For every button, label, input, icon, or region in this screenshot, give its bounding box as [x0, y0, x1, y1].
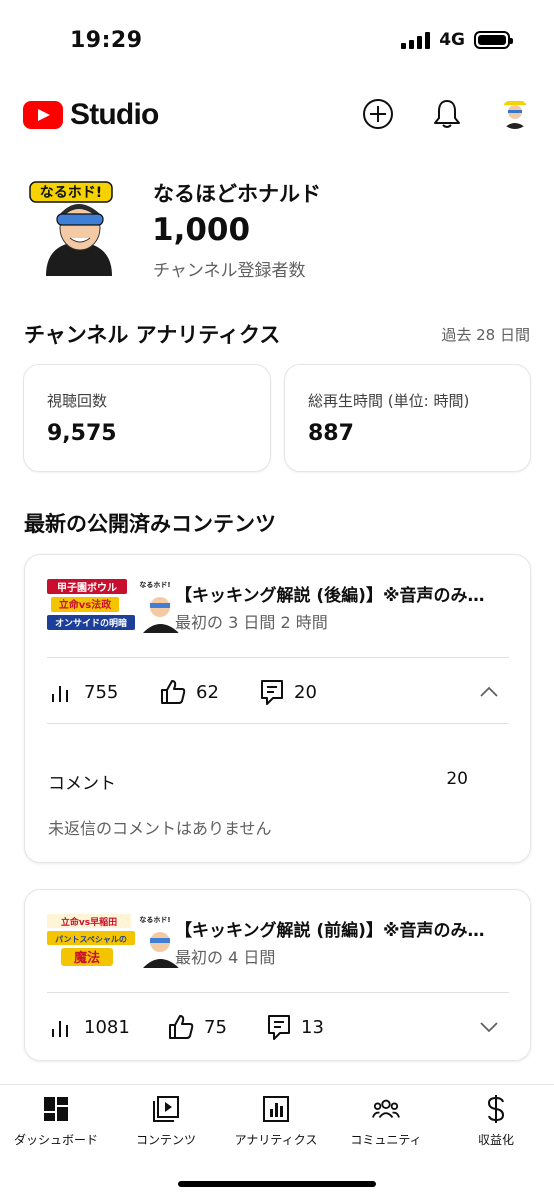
svg-text:オンサイドの明暗: オンサイドの明暗: [55, 617, 127, 629]
views-label: 視聴回数: [47, 392, 108, 410]
comments-section-label: コメント: [48, 774, 116, 794]
video-title[interactable]: 【キッキング解説 (前編)】※音声のみ…: [175, 916, 505, 941]
svg-text:パントスペシャルの: パントスペシャルの: [55, 934, 127, 944]
svg-text:なるホド!: なるホド!: [139, 580, 170, 589]
content-card: 立命vs早稲田 パントスペシャルの 魔法 なるホド! 【キッキング解説 (前編)…: [24, 889, 531, 1061]
video-thumbnail[interactable]: 立命vs早稲田 パントスペシャルの 魔法 なるホド!: [47, 912, 181, 968]
clock: 19:29: [70, 28, 143, 53]
expand-button[interactable]: [478, 1016, 500, 1038]
views-count: 755: [84, 681, 119, 703]
chevron-up-icon: [480, 686, 498, 697]
channel-summary: なるホド! なるほどホナルド 1,000 チャンネル登録者数: [0, 170, 554, 290]
bar-chart-icon: [52, 686, 68, 702]
avatar-icon: [500, 99, 530, 129]
svg-text:甲子園ボウル: 甲子園ボウル: [57, 581, 117, 594]
subscriber-count: 1,000: [152, 212, 251, 248]
account-avatar[interactable]: [500, 99, 530, 129]
signal-icon: [401, 31, 431, 49]
nav-label: 収益化: [477, 1133, 514, 1147]
subscriber-label: チャンネル登録者数: [153, 261, 306, 281]
plus-circle-icon: [363, 99, 393, 129]
comment-icon: [261, 680, 283, 705]
nav-label: ダッシュボード: [13, 1133, 98, 1147]
divider: [47, 992, 509, 993]
views-card[interactable]: 視聴回数 9,575: [23, 364, 271, 472]
nav-analytics[interactable]: アナリティクス: [221, 1095, 331, 1148]
analytics-period: 過去 28 日間: [441, 326, 530, 344]
status-bar: 19:29 4G: [0, 0, 554, 80]
likes-metric: 62: [159, 678, 219, 706]
video-period: 最初の 3 日間 2 時間: [175, 613, 328, 632]
community-icon: [372, 1095, 400, 1123]
content-icon: [152, 1095, 180, 1123]
thumbs-up-icon: [169, 1015, 194, 1039]
latest-content-title: 最新の公開済みコンテンツ: [24, 512, 276, 536]
home-indicator[interactable]: [178, 1181, 376, 1187]
comments-metric: 20: [259, 678, 317, 706]
video-period: 最初の 4 日間: [175, 948, 276, 967]
divider: [47, 657, 509, 658]
bar-chart-icon: [52, 1021, 68, 1037]
nav-community[interactable]: コミュニティ: [331, 1095, 441, 1148]
dashboard-icon: [42, 1095, 70, 1123]
comments-count: 20: [294, 681, 317, 703]
watch-time-value: 887: [308, 421, 354, 446]
bell-icon: [434, 100, 460, 128]
watch-time-card[interactable]: 総再生時間 (単位: 時間) 887: [284, 364, 531, 472]
likes-count: 62: [196, 681, 219, 703]
studio-logo[interactable]: Studio: [23, 98, 159, 132]
nav-content[interactable]: コンテンツ: [111, 1095, 221, 1148]
video-title[interactable]: 【キッキング解説 (後編)】※音声のみ…: [175, 581, 505, 606]
analytics-title: チャンネル アナリティクス: [24, 323, 281, 347]
notifications-button[interactable]: [430, 97, 464, 131]
nav-label: コミュニティ: [350, 1133, 422, 1147]
svg-text:立命vs早稲田: 立命vs早稲田: [61, 916, 117, 928]
channel-avatar[interactable]: なるホド!: [28, 176, 128, 276]
views-value: 9,575: [47, 421, 117, 446]
views-metric: 1081: [49, 1015, 130, 1039]
watch-time-label: 総再生時間 (単位: 時間): [308, 392, 470, 410]
create-button[interactable]: [361, 97, 395, 131]
channel-name: なるほどホナルド: [153, 182, 321, 206]
channel-avatar-illustration: なるホド!: [29, 181, 113, 276]
nav-label: コンテンツ: [135, 1133, 196, 1147]
comment-icon: [268, 1015, 290, 1040]
likes-count: 75: [204, 1016, 227, 1038]
views-count: 1081: [84, 1016, 130, 1038]
divider: [47, 723, 509, 724]
dollar-icon: [482, 1095, 510, 1123]
svg-text:魔法: 魔法: [74, 950, 100, 966]
battery-icon: [474, 31, 513, 49]
content-card: 甲子園ボウル 立命vs法政 オンサイドの明暗 なるホド! 【キッキング解説 (後…: [24, 554, 531, 863]
nav-monetization[interactable]: 収益化: [441, 1095, 551, 1148]
comments-metric: 13: [266, 1013, 324, 1041]
views-metric: 755: [49, 680, 118, 704]
nav-label: アナリティクス: [234, 1133, 318, 1147]
likes-metric: 75: [167, 1013, 227, 1041]
comments-count: 13: [301, 1016, 324, 1038]
app-header: Studio: [0, 84, 554, 148]
logo-text: Studio: [70, 98, 159, 131]
no-unreplied-comments: 未返信のコメントはありません: [48, 819, 272, 838]
video-thumbnail[interactable]: 甲子園ボウル 立命vs法政 オンサイドの明暗 なるホド!: [47, 577, 181, 633]
thumbnail-image: 立命vs早稲田 パントスペシャルの 魔法 なるホド!: [47, 912, 181, 968]
svg-text:立命vs法政: 立命vs法政: [59, 598, 112, 611]
analytics-icon: [262, 1095, 290, 1123]
youtube-logo-icon: [23, 101, 63, 129]
comments-section-count: 20: [446, 769, 468, 789]
thumbs-up-icon: [161, 680, 186, 704]
network-type: 4G: [439, 30, 465, 50]
status-indicators: 4G: [401, 30, 513, 50]
channel-avatar-text: なるホド!: [40, 185, 102, 201]
thumbnail-image: 甲子園ボウル 立命vs法政 オンサイドの明暗 なるホド!: [47, 577, 181, 633]
chevron-down-icon: [480, 1022, 498, 1033]
nav-dashboard[interactable]: ダッシュボード: [1, 1095, 111, 1148]
collapse-button[interactable]: [478, 681, 500, 703]
svg-text:なるホド!: なるホド!: [139, 915, 170, 924]
